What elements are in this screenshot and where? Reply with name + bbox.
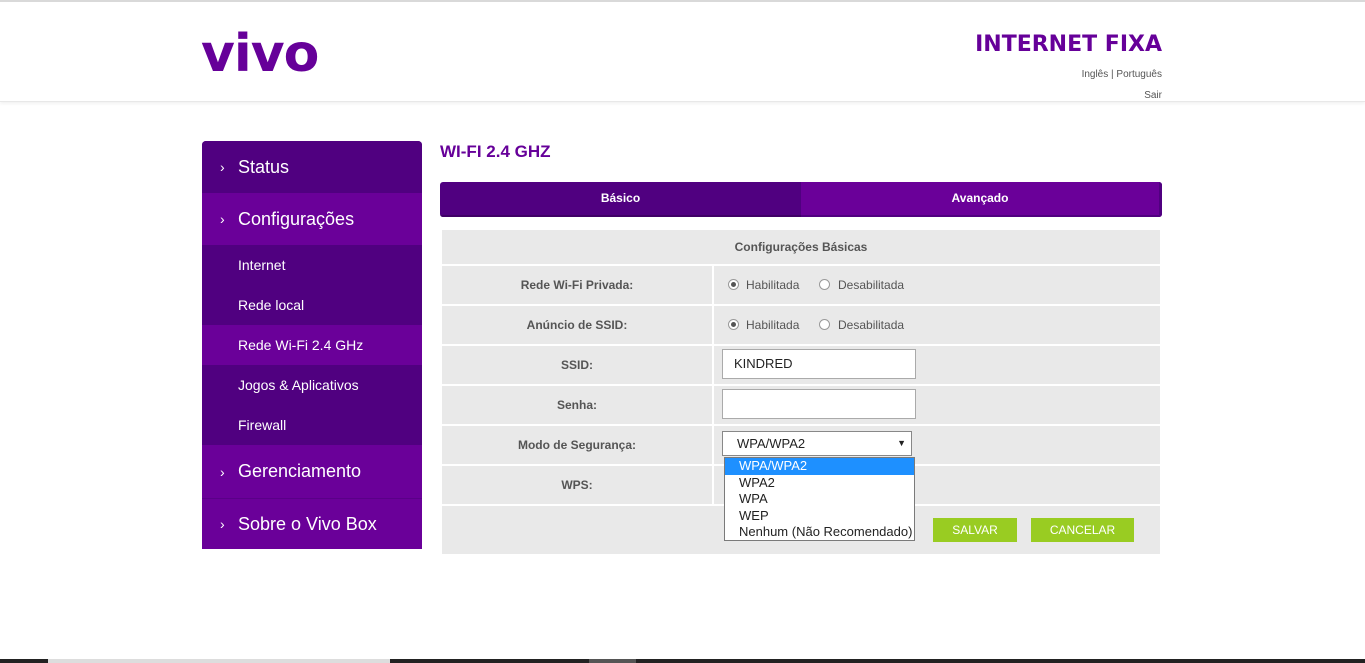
security-mode-dropdown: WPA/WPA2 WPA2 WPA WEP Nenhum (Não Recome…	[724, 457, 915, 541]
row-senha: Senha:	[442, 384, 1160, 424]
field-value	[714, 386, 1160, 424]
ssid-input[interactable]: KINDRED	[722, 349, 916, 379]
field-value: KINDRED	[714, 346, 1160, 384]
rede-disabled-radio[interactable]	[819, 279, 830, 290]
field-label: Modo de Segurança:	[442, 426, 714, 464]
dropdown-option-wep[interactable]: WEP	[725, 508, 914, 525]
radio-label: Habilitada	[746, 318, 800, 332]
sidebar-item-configuracoes[interactable]: › Configurações	[202, 193, 422, 245]
sidebar-item-gerenciamento[interactable]: › Gerenciamento	[202, 445, 422, 498]
vivo-logo[interactable]: vivo	[201, 24, 319, 84]
sidebar-item-status[interactable]: › Status	[202, 141, 422, 193]
ssid-ad-disabled-radio[interactable]	[819, 319, 830, 330]
sidebar: › Status › Configurações Internet Rede l…	[202, 141, 422, 549]
taskbar-segment	[48, 659, 390, 663]
rede-enabled-radio[interactable]	[728, 279, 739, 290]
logout-link[interactable]: Sair	[1144, 90, 1162, 101]
ssid-ad-enabled-radio[interactable]	[728, 319, 739, 330]
row-ssid: SSID: KINDRED	[442, 344, 1160, 384]
dropdown-option-nenhum[interactable]: Nenhum (Não Recomendado)	[725, 524, 914, 541]
field-label: Anúncio de SSID:	[442, 306, 714, 344]
dropdown-option-wpa-wpa2[interactable]: WPA/WPA2	[725, 458, 914, 475]
field-label: Rede Wi-Fi Privada:	[442, 266, 714, 304]
taskbar-segment	[589, 659, 636, 663]
chevron-right-icon: ›	[220, 211, 225, 227]
row-rede-privada: Rede Wi-Fi Privada: Habilitada Desabilit…	[442, 264, 1160, 304]
chevron-right-icon: ›	[220, 516, 225, 532]
language-switch: Inglês | Português	[1082, 69, 1162, 80]
chevron-right-icon: ›	[220, 463, 225, 480]
field-label: Senha:	[442, 386, 714, 424]
tab-basico[interactable]: Básico	[440, 182, 801, 217]
dropdown-option-wpa2[interactable]: WPA2	[725, 475, 914, 492]
tab-bar: Básico Avançado	[440, 182, 1162, 217]
radio-label: Desabilitada	[838, 278, 905, 292]
section-header: Configurações Básicas	[442, 230, 1160, 264]
sidebar-item-sobre[interactable]: › Sobre o Vivo Box	[202, 498, 422, 549]
sidebar-subitem-internet[interactable]: Internet	[202, 245, 422, 285]
save-button[interactable]: SALVAR	[933, 518, 1017, 542]
caret-down-icon: ▼	[897, 438, 906, 448]
sidebar-item-label: Gerenciamento	[238, 461, 362, 481]
chevron-right-icon: ›	[220, 159, 225, 175]
field-label: WPS:	[442, 466, 714, 504]
radio-label: Habilitada	[746, 278, 800, 292]
radio-label: Desabilitada	[838, 318, 905, 332]
sidebar-subitem-wifi-24[interactable]: Rede Wi-Fi 2.4 GHz	[202, 325, 422, 365]
field-value: Habilitada Desabilitada	[714, 306, 1160, 344]
sidebar-subitem-jogos[interactable]: Jogos & Aplicativos	[202, 365, 422, 405]
field-value: Habilitada Desabilitada	[714, 266, 1160, 304]
page-title: WI-FI 2.4 GHZ	[440, 142, 551, 161]
security-mode-select[interactable]: WPA/WPA2 ▼	[722, 431, 912, 456]
tab-avancado[interactable]: Avançado	[801, 182, 1162, 217]
field-label: SSID:	[442, 346, 714, 384]
sidebar-item-label: Sobre o Vivo Box	[238, 513, 377, 534]
sidebar-item-label: Status	[238, 156, 290, 177]
row-anuncio-ssid: Anúncio de SSID: Habilitada Desabilitada	[442, 304, 1160, 344]
sidebar-subitem-rede-local[interactable]: Rede local	[202, 285, 422, 325]
password-input[interactable]	[722, 389, 916, 419]
lang-english-link[interactable]: Inglês	[1082, 69, 1109, 80]
lang-portuguese-link[interactable]: Português	[1116, 69, 1162, 80]
sidebar-subitem-firewall[interactable]: Firewall	[202, 405, 422, 445]
cancel-button[interactable]: CANCELAR	[1031, 518, 1134, 542]
sidebar-item-label: Configurações	[238, 208, 355, 229]
dropdown-option-wpa[interactable]: WPA	[725, 491, 914, 508]
product-title: INTERNET FIXA	[975, 32, 1162, 57]
header: vivo INTERNET FIXA Inglês | Português Sa…	[0, 2, 1365, 102]
taskbar	[0, 659, 1365, 663]
select-value: WPA/WPA2	[737, 436, 806, 451]
